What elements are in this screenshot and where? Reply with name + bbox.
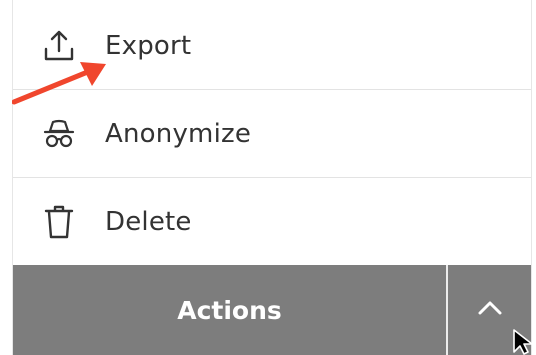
actions-toggle-button[interactable] <box>448 265 531 355</box>
actions-dropdown-menu: Export Anonymize Delete Actions <box>12 0 532 355</box>
trash-icon <box>41 204 77 240</box>
upload-icon <box>41 28 77 64</box>
button-divider <box>446 265 448 355</box>
chevron-up-icon <box>477 300 503 320</box>
menu-item-delete[interactable]: Delete <box>13 178 531 265</box>
menu-item-label: Anonymize <box>105 118 252 149</box>
menu-item-export[interactable]: Export <box>13 2 531 90</box>
incognito-icon <box>41 116 77 152</box>
actions-bar: Actions <box>13 265 531 355</box>
actions-button[interactable]: Actions <box>13 265 446 355</box>
menu-item-anonymize[interactable]: Anonymize <box>13 90 531 178</box>
menu-item-label: Delete <box>105 206 192 237</box>
menu-item-label: Export <box>105 30 192 61</box>
